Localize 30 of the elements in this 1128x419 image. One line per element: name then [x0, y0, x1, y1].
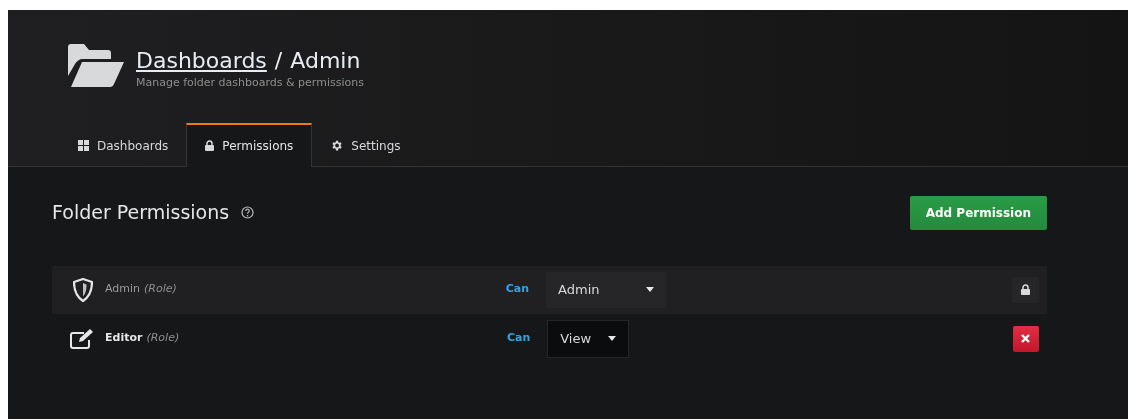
- permission-value: Admin: [558, 280, 600, 299]
- caret-icon: [608, 336, 617, 341]
- permission-select[interactable]: View: [547, 319, 630, 358]
- role-suffix: (Role): [144, 281, 177, 298]
- lock-icon: [205, 140, 215, 151]
- role-name: Editor: [105, 330, 143, 347]
- role-suffix: (Role): [146, 330, 180, 347]
- breadcrumb-link[interactable]: Dashboards: [136, 47, 267, 75]
- page-title: Admin: [290, 47, 361, 75]
- lock-button[interactable]: [1012, 276, 1039, 303]
- role-name: Admin: [105, 281, 141, 298]
- add-permission-button[interactable]: Add Permission: [909, 195, 1047, 230]
- grid-icon: [78, 140, 89, 151]
- help-icon[interactable]: [241, 206, 255, 219]
- breadcrumb-separator: /: [274, 47, 283, 75]
- can-label: Can: [505, 281, 530, 298]
- lock-icon: [1021, 284, 1030, 295]
- shield-icon: [72, 277, 93, 302]
- tab[interactable]: Permissions: [186, 122, 313, 167]
- tab[interactable]: Settings: [312, 122, 419, 167]
- folder-icon: [66, 43, 126, 87]
- permission-value: View: [560, 329, 592, 348]
- close-icon: [1021, 334, 1031, 343]
- section-title: Folder Permissions: [52, 200, 230, 226]
- tab[interactable]: Dashboards: [60, 122, 187, 167]
- can-label: Can: [506, 330, 531, 347]
- page-subtitle: Manage folder dashboards & permissions: [136, 75, 364, 91]
- caret-icon: [646, 287, 655, 292]
- gear-icon: [330, 139, 344, 152]
- delete-button[interactable]: [1013, 325, 1039, 352]
